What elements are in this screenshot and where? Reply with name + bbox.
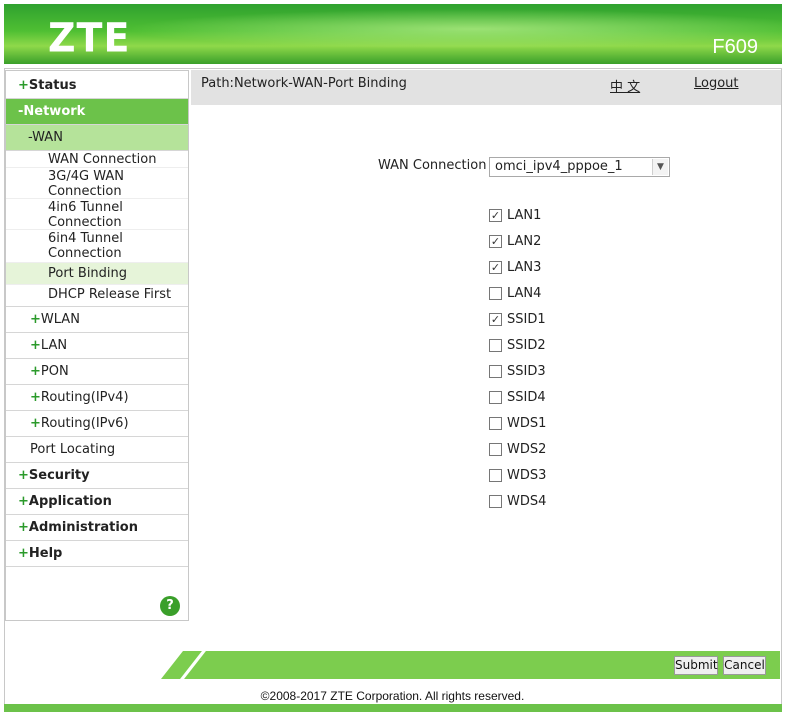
menu-lan[interactable]: +LAN	[6, 333, 188, 359]
menu-status-label: Status	[28, 78, 77, 93]
port-label: WDS3	[507, 468, 547, 483]
expand-plus-icon: +	[30, 416, 41, 431]
menu-administration[interactable]: +Administration	[6, 515, 188, 541]
menu-port-locating[interactable]: Port Locating	[6, 437, 188, 463]
help-question-icon[interactable]: ?	[160, 596, 180, 616]
menu-status[interactable]: +Status	[6, 73, 188, 99]
menu-routing-ipv4[interactable]: +Routing(IPv4)	[6, 385, 188, 411]
menu-routing-ipv4-label: Routing(IPv4)	[40, 390, 129, 405]
port-label: SSID1	[507, 312, 546, 327]
menu-wlan[interactable]: +WLAN	[6, 307, 188, 333]
menu-help-label: Help	[28, 546, 63, 561]
port-checkbox[interactable]: ✓	[489, 235, 502, 248]
menu-pon[interactable]: +PON	[6, 359, 188, 385]
menu-wan[interactable]: -WAN	[6, 125, 188, 151]
logout-link[interactable]: Logout	[694, 76, 739, 91]
menu-routing-ipv6-label: Routing(IPv6)	[40, 416, 129, 431]
expand-plus-icon: +	[30, 338, 41, 353]
port-label: LAN1	[507, 208, 542, 223]
port-label: LAN2	[507, 234, 542, 249]
copyright-text: ©2008-2017 ZTE Corporation. All rights r…	[260, 689, 525, 703]
menu-pon-label: PON	[40, 364, 69, 379]
menu-4in6-tunnel[interactable]: 4in6 Tunnel Connection	[6, 199, 188, 230]
menu-dhcp-release-first[interactable]: DHCP Release First	[6, 285, 188, 307]
expand-plus-icon: +	[30, 390, 41, 405]
port-checkbox[interactable]	[489, 417, 502, 430]
expand-plus-icon: +	[18, 78, 29, 93]
expand-plus-icon: +	[18, 468, 29, 483]
sidebar-menu: +Status -Network -WAN WAN Connection 3G/…	[5, 70, 189, 621]
wan-connection-label: WAN Connection	[378, 158, 487, 173]
port-label: WDS2	[507, 442, 547, 457]
port-checkbox[interactable]	[489, 495, 502, 508]
model-name: F609	[712, 36, 758, 58]
port-label: LAN4	[507, 286, 542, 301]
zte-logo: ZTE	[48, 14, 131, 62]
expand-plus-icon: +	[30, 312, 41, 327]
expand-plus-icon: +	[18, 520, 29, 535]
bottom-bar	[4, 704, 782, 712]
port-checkbox[interactable]	[489, 287, 502, 300]
chevron-down-icon: ▼	[652, 159, 668, 175]
port-checkbox[interactable]	[489, 469, 502, 482]
port-checkbox[interactable]: ✓	[489, 261, 502, 274]
port-label: WDS4	[507, 494, 547, 509]
menu-wan-connection[interactable]: WAN Connection	[6, 151, 188, 168]
port-label: LAN3	[507, 260, 542, 275]
breadcrumb: Path:Network-WAN-Port Binding	[201, 76, 407, 91]
expand-plus-icon: +	[18, 546, 29, 561]
menu-6in4-tunnel[interactable]: 6in4 Tunnel Connection	[6, 230, 188, 263]
port-label: SSID4	[507, 390, 546, 405]
port-checkbox[interactable]	[489, 365, 502, 378]
port-checkbox[interactable]: ✓	[489, 313, 502, 326]
menu-routing-ipv6[interactable]: +Routing(IPv6)	[6, 411, 188, 437]
menu-administration-label: Administration	[28, 520, 138, 535]
port-label: SSID3	[507, 364, 546, 379]
menu-security-label: Security	[28, 468, 90, 483]
menu-help[interactable]: +Help	[6, 541, 188, 567]
port-checkbox[interactable]	[489, 391, 502, 404]
menu-security[interactable]: +Security	[6, 463, 188, 489]
submit-button[interactable]: Submit	[674, 656, 718, 675]
wan-connection-value: omci_ipv4_pppoe_1	[495, 159, 623, 174]
port-label: SSID2	[507, 338, 546, 353]
menu-network[interactable]: -Network	[6, 99, 188, 125]
menu-wlan-label: WLAN	[40, 312, 80, 327]
expand-plus-icon: +	[30, 364, 41, 379]
menu-3g4g-wan-connection[interactable]: 3G/4G WAN Connection	[6, 168, 188, 199]
menu-application[interactable]: +Application	[6, 489, 188, 515]
port-checkbox[interactable]	[489, 443, 502, 456]
menu-lan-label: LAN	[40, 338, 68, 353]
menu-application-label: Application	[28, 494, 112, 509]
port-checkbox[interactable]	[489, 339, 502, 352]
menu-port-binding[interactable]: Port Binding	[6, 263, 188, 285]
path-bar: Path:Network-WAN-Port Binding 中 文 Logout	[191, 70, 781, 105]
port-label: WDS1	[507, 416, 547, 431]
wan-connection-select[interactable]: omci_ipv4_pppoe_1 ▼	[489, 157, 670, 177]
language-link[interactable]: 中 文	[610, 76, 640, 95]
cancel-button[interactable]: Cancel	[723, 656, 766, 675]
header-banner: ZTE F609	[4, 4, 782, 64]
expand-plus-icon: +	[18, 494, 29, 509]
header-swoosh	[124, 9, 782, 49]
port-checkbox[interactable]: ✓	[489, 209, 502, 222]
